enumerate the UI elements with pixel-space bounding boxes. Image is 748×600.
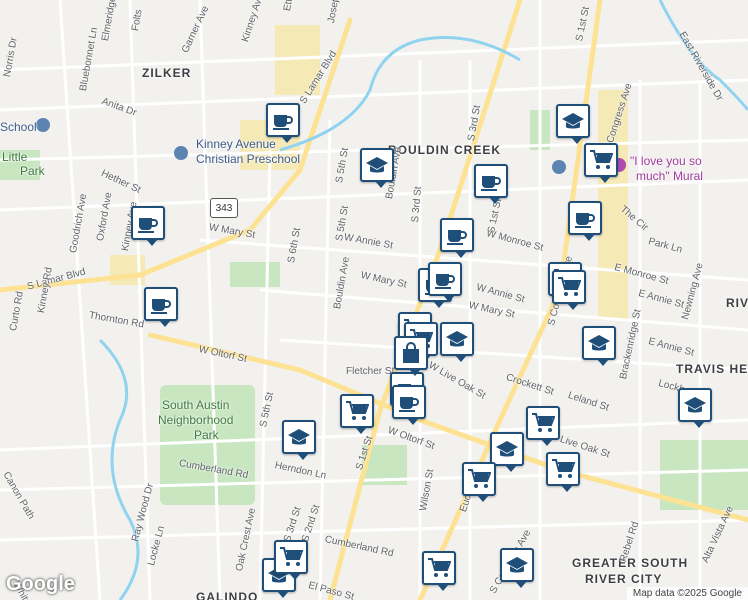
coffee-marker[interactable] (266, 103, 300, 143)
school-marker[interactable] (556, 104, 590, 144)
school-icon (562, 113, 584, 129)
coffee-icon (399, 397, 419, 412)
school-icon (496, 441, 518, 457)
cart-icon (280, 547, 303, 566)
poi-circle-icon (552, 160, 566, 174)
coffee-marker[interactable] (131, 206, 165, 246)
school-icon (588, 335, 610, 351)
school-marker[interactable] (360, 148, 394, 188)
cart-icon (558, 277, 581, 296)
coffee-icon (481, 176, 501, 191)
school-poi-icon (174, 146, 188, 160)
coffee-marker[interactable] (392, 385, 426, 425)
cart-icon (428, 558, 451, 577)
cart-icon (468, 469, 491, 488)
school-icon (446, 331, 468, 347)
cart-marker[interactable] (546, 452, 580, 492)
coffee-marker[interactable] (474, 164, 508, 204)
school-poi-icon (36, 118, 50, 132)
area-riv: RIV (726, 296, 748, 310)
poi-mural-line1[interactable]: "I love you so (630, 154, 702, 168)
coffee-icon (138, 218, 158, 233)
cart-marker[interactable] (422, 551, 456, 591)
poi-park[interactable]: Park (194, 428, 219, 442)
poi-mural-line2[interactable]: much" Mural (636, 169, 703, 183)
street-label: Fletcher St (346, 366, 395, 377)
cart-marker[interactable] (274, 540, 308, 580)
cart-icon (590, 150, 613, 169)
cart-marker[interactable] (552, 270, 586, 310)
coffee-icon (151, 299, 171, 314)
poi-little[interactable]: Little (2, 150, 27, 164)
cart-icon (532, 413, 555, 432)
cart-marker[interactable] (584, 143, 618, 183)
school-marker[interactable] (440, 322, 474, 362)
poi-kinney-avenue[interactable]: Kinney Avenue (196, 137, 276, 151)
poi-school[interactable]: School (0, 120, 37, 134)
park-small-2 (230, 262, 280, 287)
coffee-icon (273, 115, 293, 130)
map-base (0, 0, 748, 600)
school-icon (684, 397, 706, 413)
poi-south-austin[interactable]: South Austin (162, 398, 229, 412)
cart-icon (346, 401, 369, 420)
school-marker[interactable] (490, 432, 524, 472)
poi-park-2[interactable]: Park (20, 164, 45, 178)
coffee-marker[interactable] (428, 262, 462, 302)
poi-christian-preschool[interactable]: Christian Preschool (196, 152, 300, 166)
area-travis: TRAVIS HE (676, 362, 748, 376)
coffee-icon (435, 274, 455, 289)
cart-icon (552, 459, 575, 478)
cart-marker[interactable] (526, 406, 560, 446)
area-zilker: ZILKER (142, 66, 192, 80)
google-logo: Google (6, 573, 75, 595)
school-marker[interactable] (500, 548, 534, 588)
coffee-marker[interactable] (568, 201, 602, 241)
cart-marker[interactable] (462, 462, 496, 502)
poi-neighborhood[interactable]: Neighborhood (158, 413, 233, 427)
cart-marker[interactable] (340, 394, 374, 434)
map-attribution: Map data ©2025 Google (626, 587, 748, 600)
coffee-icon (447, 230, 467, 245)
bag-marker[interactable] (394, 336, 428, 376)
school-icon (506, 557, 528, 573)
area-river-city: RIVER CITY (585, 572, 663, 586)
school-marker[interactable] (282, 420, 316, 460)
school-marker[interactable] (582, 326, 616, 366)
coffee-icon (575, 213, 595, 228)
school-icon (366, 157, 388, 173)
bag-icon (403, 342, 419, 363)
route-shield: 343 (210, 198, 238, 218)
area-bouldin-creek: BOULDIN CREEK (388, 143, 502, 157)
school-marker[interactable] (678, 388, 712, 428)
area-galindo: GALINDO (196, 590, 259, 600)
coffee-marker[interactable] (144, 287, 178, 327)
coffee-marker[interactable] (440, 218, 474, 258)
school-icon (288, 429, 310, 445)
map-canvas[interactable]: ZILKER BOULDIN CREEK TRAVIS HE GREATER S… (0, 0, 748, 600)
